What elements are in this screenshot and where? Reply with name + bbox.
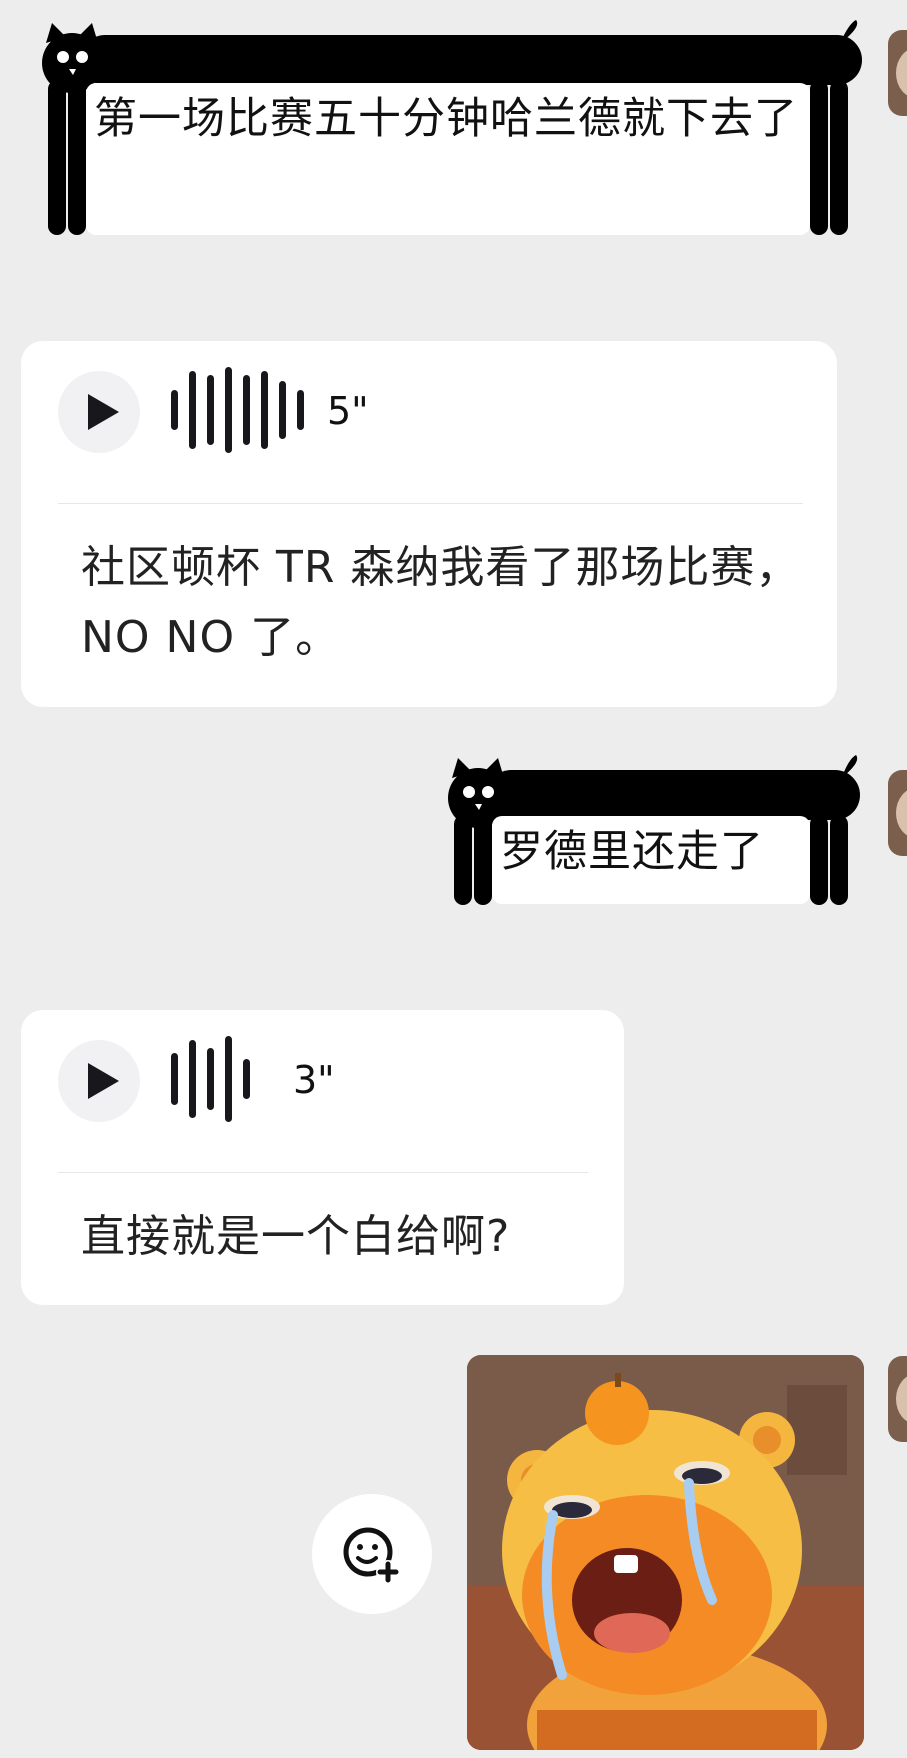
voice-waveform-icon [171, 1036, 271, 1122]
voice-waveform-icon [171, 367, 304, 453]
add-emoji-icon [343, 1527, 400, 1584]
message-text: 罗德里还走了 [492, 816, 810, 904]
voice-message-1[interactable]: 5" 社区顿杯 TR 森纳我看了那场比赛，NO NO 了。 [21, 341, 837, 707]
message-bubble-1[interactable]: 第一场比赛五十分钟哈兰德就下去了 [38, 20, 862, 240]
voice-duration: 3" [293, 1058, 335, 1102]
message-text: 第一场比赛五十分钟哈兰德就下去了 [86, 83, 810, 235]
divider [58, 503, 803, 504]
voice-message-2[interactable]: 3" 直接就是一个白给啊? [21, 1010, 624, 1305]
avatar[interactable] [888, 1356, 907, 1442]
voice-transcript: 社区顿杯 TR 森纳我看了那场比赛，NO NO 了。 [81, 542, 801, 663]
crying-bear-icon [467, 1355, 864, 1750]
divider [58, 1172, 588, 1173]
avatar[interactable] [888, 30, 907, 116]
play-icon[interactable] [58, 1040, 140, 1122]
message-bubble-2[interactable]: 罗德里还走了 [444, 755, 860, 910]
voice-transcript: 直接就是一个白给啊? [81, 1211, 511, 1262]
crying-cartoon-bear-sticker[interactable] [467, 1355, 864, 1750]
voice-duration: 5" [327, 389, 369, 433]
avatar[interactable] [888, 770, 907, 856]
play-icon[interactable] [58, 371, 140, 453]
add-emoji-button[interactable] [312, 1494, 432, 1614]
